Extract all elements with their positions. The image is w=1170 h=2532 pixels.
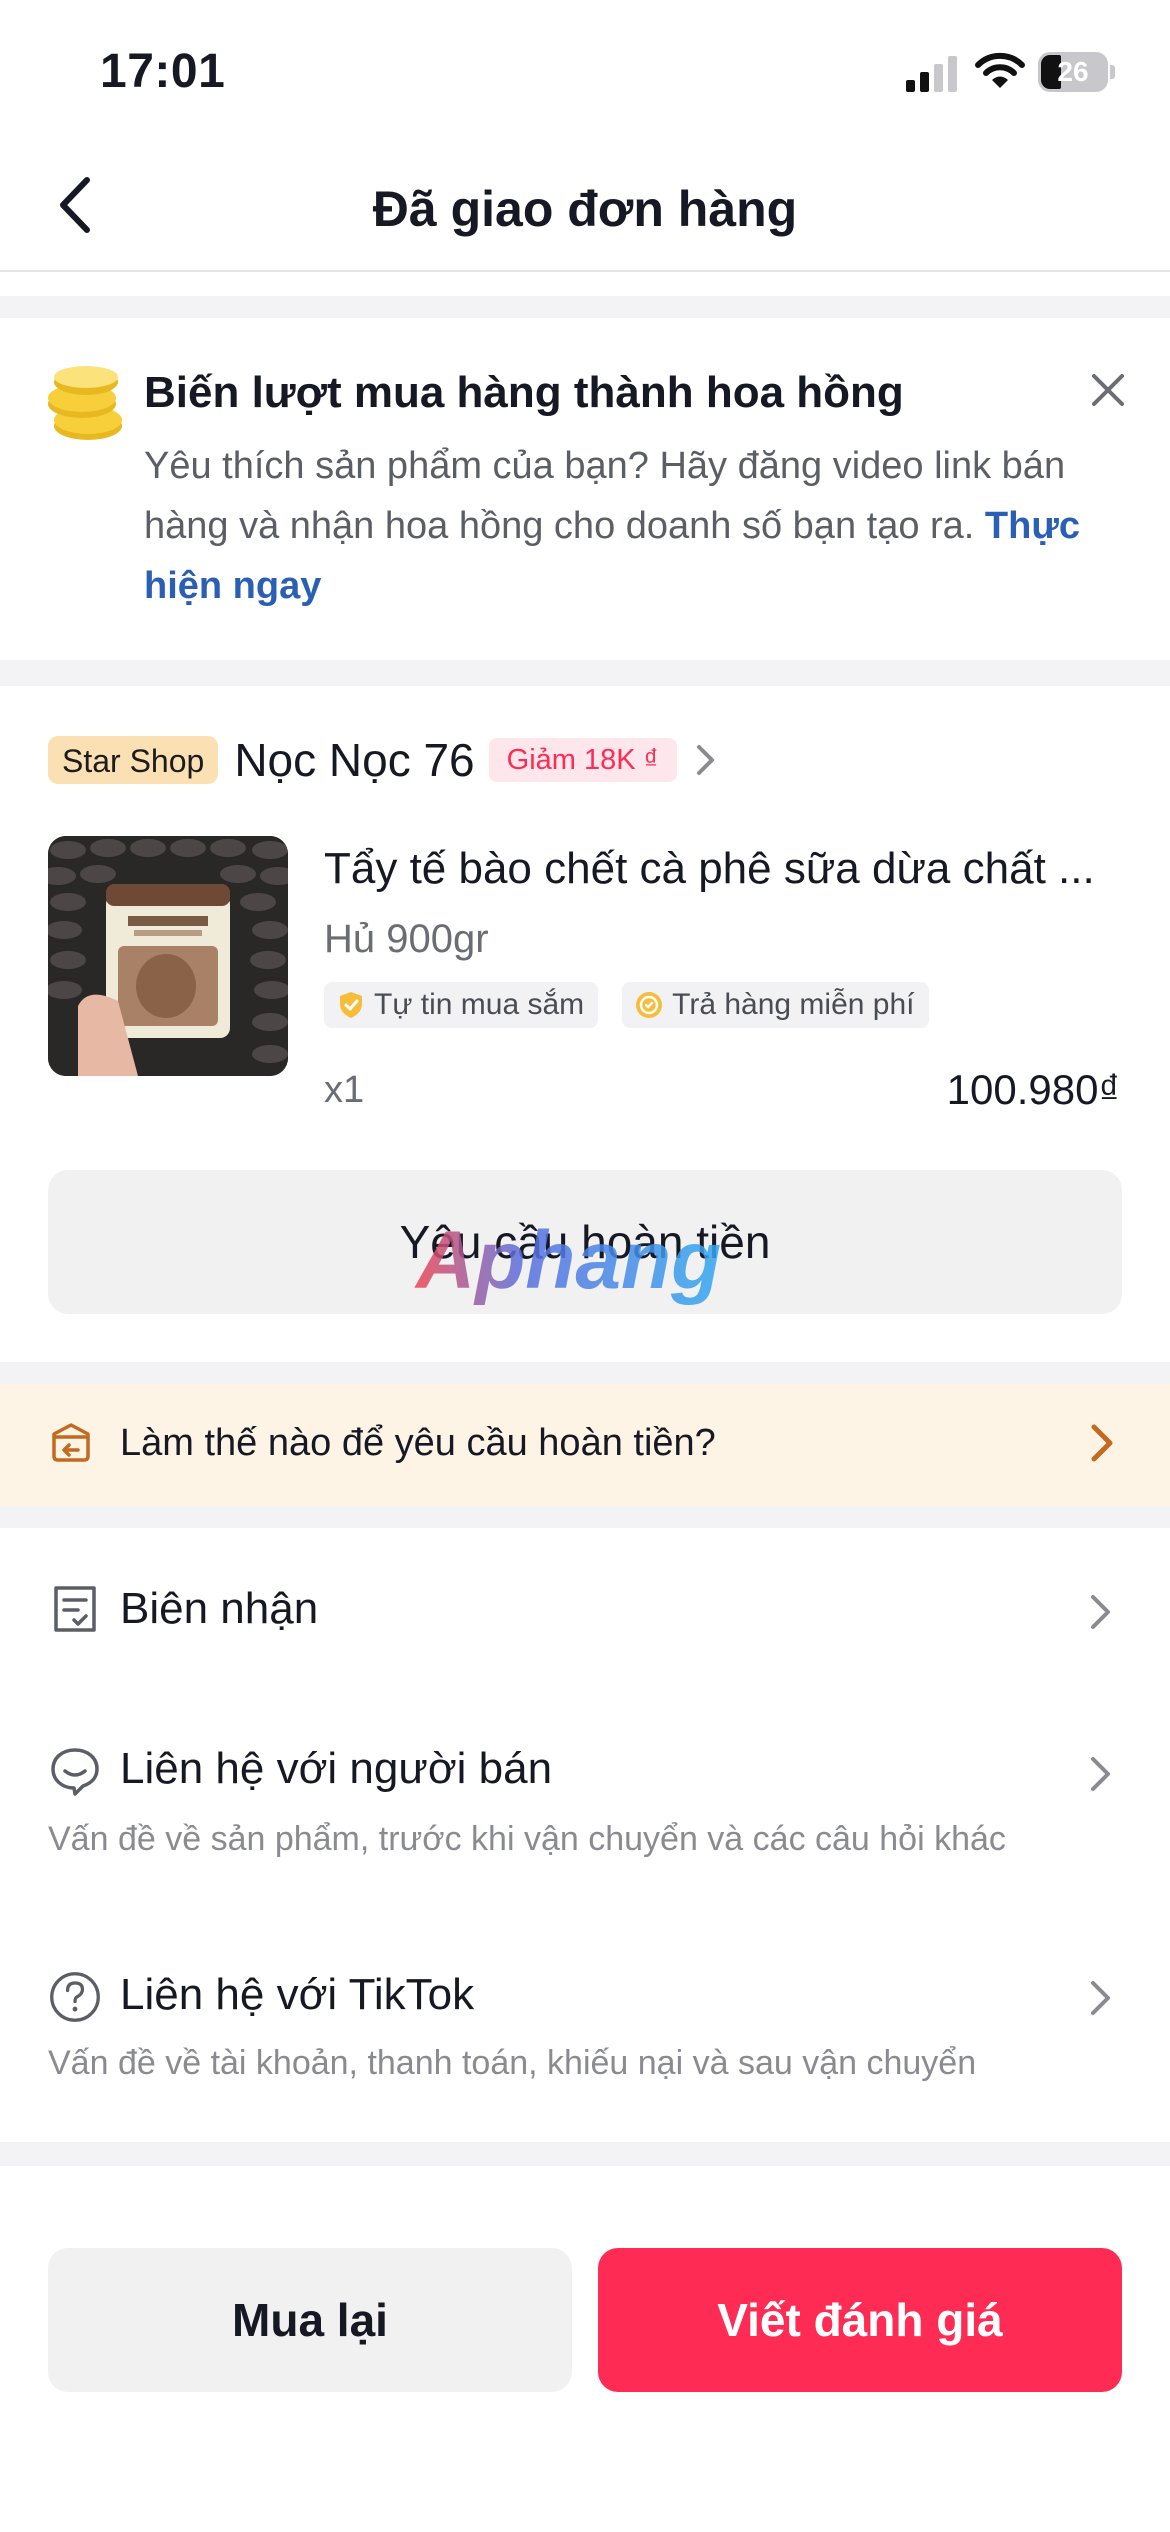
chat-icon bbox=[51, 1748, 99, 1796]
request-refund-button[interactable]: Yêu cầu hoàn tiền bbox=[48, 1170, 1122, 1314]
close-icon bbox=[1092, 374, 1124, 406]
contact-seller-title: Liên hệ với người bán bbox=[120, 1744, 553, 1793]
box-return-icon bbox=[52, 1423, 90, 1462]
contact-seller-subtitle: Vấn đề về sản phẩm, trước khi vận chuyển… bbox=[48, 1820, 1006, 1858]
refund-help-text: Làm thế nào để yêu cầu hoàn tiền? bbox=[120, 1422, 716, 1464]
product-tags: Tự tin mua sắm Trả hàng miễn phí bbox=[324, 982, 929, 1028]
tag-label: Tự tin mua sắm bbox=[374, 988, 585, 1021]
promo-body: Yêu thích sản phẩm của bạn? Hãy đăng vid… bbox=[144, 436, 1084, 616]
contact-tiktok-subtitle: Vấn đề về tài khoản, thanh toán, khiếu n… bbox=[48, 2044, 977, 2082]
battery-icon: 26 bbox=[1038, 52, 1115, 92]
header: Đã giao đơn hàng bbox=[0, 140, 1170, 272]
product-variant: Hủ 900gr bbox=[324, 917, 489, 961]
tag-confident-shopping: Tự tin mua sắm bbox=[324, 982, 599, 1028]
write-review-button[interactable]: Viết đánh giá bbox=[598, 2248, 1122, 2392]
wifi-icon bbox=[975, 52, 1025, 90]
shop-name: Nọc Nọc 76 bbox=[234, 734, 475, 786]
refund-help-banner[interactable]: Làm thế nào để yêu cầu hoàn tiền? bbox=[0, 1384, 1170, 1506]
divider bbox=[0, 296, 1170, 318]
chevron-right-icon bbox=[1091, 1757, 1110, 1791]
shop-header[interactable]: Star Shop Nọc Nọc 76 Giảm 18K ₫ bbox=[48, 728, 717, 792]
divider bbox=[0, 660, 1170, 686]
discount-badge: Giảm 18K ₫ bbox=[488, 738, 677, 782]
receipt-title: Biên nhận bbox=[120, 1584, 319, 1633]
order-detail-page: 17:01 26 Đã giao đơn hàng Biến lượt mua … bbox=[0, 0, 1170, 2532]
page-title: Đã giao đơn hàng bbox=[372, 181, 798, 237]
contact-tiktok-title: Liên hệ với TikTok bbox=[120, 1970, 475, 2019]
close-button[interactable] bbox=[1088, 370, 1128, 415]
chevron-right-icon bbox=[1091, 1424, 1113, 1462]
status-time: 17:01 bbox=[100, 45, 226, 98]
rebuy-button[interactable]: Mua lại bbox=[48, 2248, 572, 2392]
return-badge-icon bbox=[636, 992, 663, 1018]
product-image[interactable] bbox=[48, 836, 288, 1076]
product-price: 100.980₫ bbox=[946, 1066, 1120, 1113]
product-title[interactable]: Tẩy tế bào chết cà phê sữa dừa chất ... bbox=[324, 844, 1124, 894]
shield-check-icon bbox=[340, 992, 362, 1018]
tag-label: Trả hàng miễn phí bbox=[672, 988, 915, 1021]
divider bbox=[0, 1362, 1170, 1384]
signal-icon bbox=[906, 54, 958, 92]
chevron-right-icon bbox=[696, 745, 714, 775]
divider bbox=[0, 1506, 1170, 1528]
coins-icon bbox=[48, 366, 122, 440]
star-shop-badge: Star Shop bbox=[48, 736, 219, 784]
product-quantity: x1 bbox=[324, 1069, 365, 1111]
chevron-right-icon bbox=[1091, 1981, 1110, 2015]
chevron-right-icon bbox=[1091, 1595, 1110, 1629]
battery-level: 26 bbox=[1057, 56, 1089, 87]
promo-title: Biến lượt mua hàng thành hoa hồng bbox=[144, 368, 904, 417]
divider bbox=[0, 2142, 1170, 2166]
tag-free-return: Trả hàng miễn phí bbox=[622, 982, 929, 1028]
status-bar: 17:01 26 bbox=[0, 0, 1170, 140]
question-icon bbox=[50, 1972, 100, 2022]
receipt-icon bbox=[54, 1586, 96, 1632]
promo-banner: Biến lượt mua hàng thành hoa hồng Yêu th… bbox=[0, 318, 1170, 660]
promo-text: Yêu thích sản phẩm của bạn? Hãy đăng vid… bbox=[144, 445, 1066, 547]
